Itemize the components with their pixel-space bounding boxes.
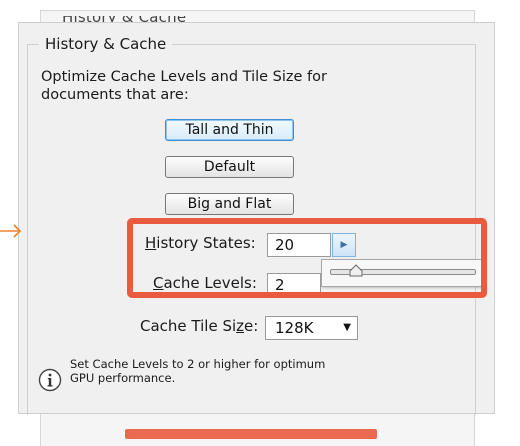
highlight-box bbox=[127, 218, 487, 298]
background-red-bar bbox=[125, 429, 377, 439]
big-and-flat-button[interactable]: Big and Flat bbox=[165, 193, 294, 215]
group-legend: History & Cache bbox=[39, 35, 173, 53]
tall-and-thin-button[interactable]: Tall and Thin bbox=[165, 119, 294, 141]
default-button[interactable]: Default bbox=[165, 156, 294, 178]
cache-description: Optimize Cache Levels and Tile Size for … bbox=[41, 69, 327, 103]
screenshot-stage: History & Cache History & Cache Optimize… bbox=[0, 0, 520, 446]
cache-tile-size-hotkey: z bbox=[236, 317, 245, 335]
cache-tile-size-label-post: e: bbox=[244, 317, 259, 335]
dropdown-arrow-icon: ▼ bbox=[343, 322, 351, 333]
gpu-info-text: Set Cache Levels to 2 or higher for opti… bbox=[70, 357, 326, 385]
cache-tile-size-select[interactable]: 128K ▼ bbox=[265, 316, 358, 340]
cache-tile-size-label-pre: Cache Tile Si bbox=[140, 317, 237, 335]
cache-tile-size-label: Cache Tile Size: bbox=[140, 317, 258, 335]
info-icon bbox=[38, 368, 62, 392]
cache-tile-size-value: 128K bbox=[275, 319, 314, 337]
pointer-arrow-icon bbox=[0, 224, 22, 238]
